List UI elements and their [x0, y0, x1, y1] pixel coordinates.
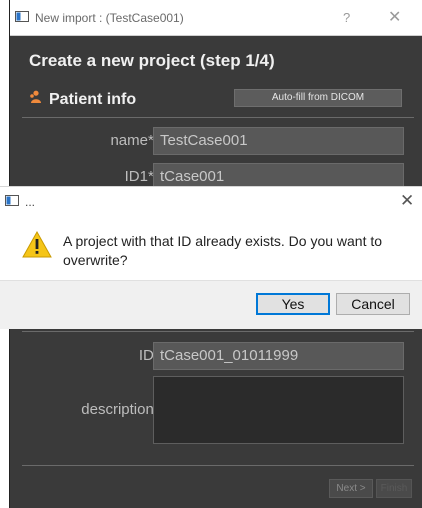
finish-button[interactable]: Finish [376, 479, 412, 498]
dialog-app-icon [5, 193, 19, 211]
autofill-dicom-button[interactable]: Auto-fill from DICOM [234, 89, 402, 107]
yes-button[interactable]: Yes [256, 293, 330, 315]
wizard-titlebar: New import : (TestCase001) ? ✕ [10, 0, 422, 36]
patient-info-title: Patient info [49, 90, 137, 108]
patient-icon [29, 90, 43, 109]
cancel-button[interactable]: Cancel [336, 293, 410, 315]
section-divider [22, 117, 414, 118]
name-label: name*: [110, 132, 158, 149]
description-field[interactable] [153, 376, 404, 444]
wizard-close-button[interactable]: ✕ [388, 7, 401, 27]
dialog-message: A project with that ID already exists. D… [63, 233, 383, 268]
warning-icon [22, 230, 52, 263]
wizard-title: New import : (TestCase001) [35, 10, 184, 25]
help-button[interactable]: ? [343, 10, 350, 25]
dialog-titlebar: ... ✕ [0, 187, 422, 217]
footer-divider [22, 465, 414, 466]
section-divider [22, 331, 414, 332]
overwrite-dialog: ... ✕ A project with that ID already exi… [0, 186, 422, 329]
patient-info-header: Patient info [29, 90, 136, 109]
window-app-icon [15, 9, 29, 27]
id-field[interactable]: tCase001_01011999 [153, 342, 404, 370]
wizard-heading: Create a new project (step 1/4) [29, 51, 275, 70]
description-label: description: [81, 401, 158, 418]
next-button[interactable]: Next > [329, 479, 373, 498]
dialog-button-bar: Yes Cancel [0, 280, 422, 329]
name-field[interactable]: TestCase001 [153, 127, 404, 155]
dialog-title: ... [25, 195, 36, 209]
dialog-close-button[interactable]: ✕ [400, 191, 414, 211]
